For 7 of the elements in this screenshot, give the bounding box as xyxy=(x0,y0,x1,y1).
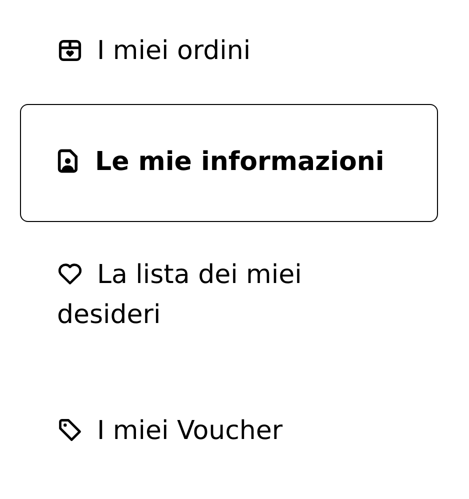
menu-item[interactable]: I miei ordini xyxy=(20,30,424,72)
heart-icon xyxy=(57,261,83,287)
tag-icon xyxy=(57,417,83,443)
gift-box-icon xyxy=(57,37,83,63)
menu-item[interactable]: Le mie informazioni xyxy=(20,104,438,222)
menu-item[interactable]: I miei Voucher xyxy=(20,410,424,452)
menu-item[interactable]: La lista dei miei desideri xyxy=(20,254,424,336)
